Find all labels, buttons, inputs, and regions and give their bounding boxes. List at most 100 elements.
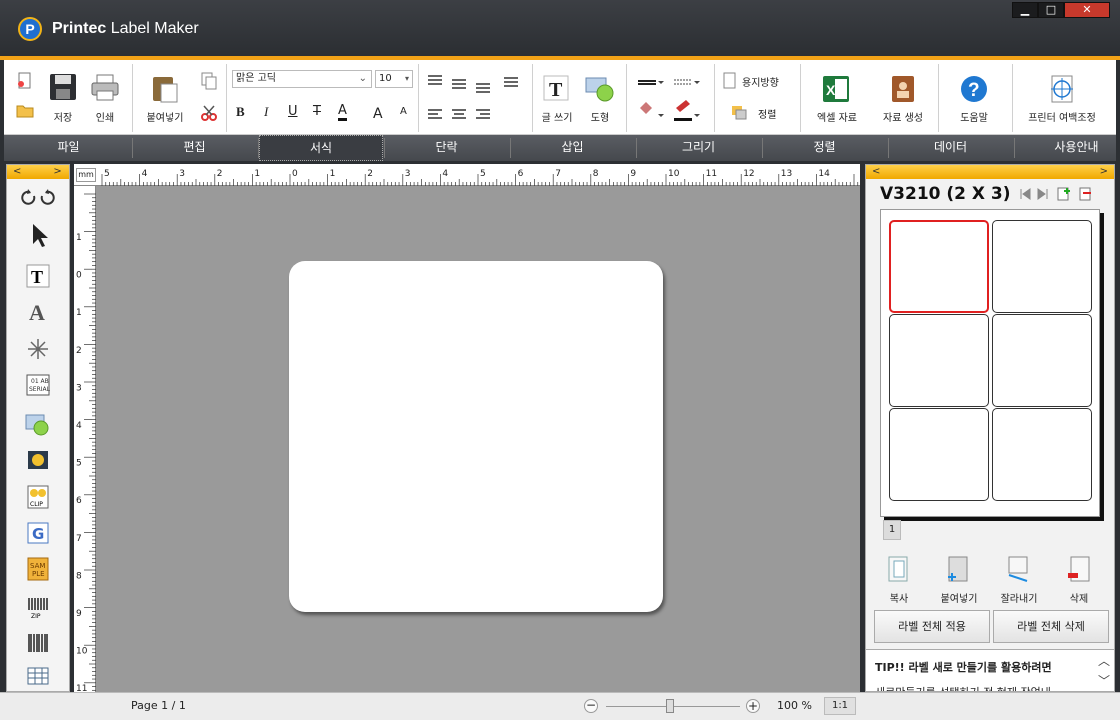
tab-3[interactable]: 단락 [384,135,509,161]
font-color-button[interactable]: A [338,104,347,121]
tab-4[interactable]: 삽입 [510,135,635,161]
ruler-label: 4 [142,169,148,179]
tool-palette-nav[interactable]: < > [7,165,69,179]
tab-7[interactable]: 데이터 [888,135,1013,161]
label-cell[interactable] [992,220,1092,313]
label-cell[interactable] [889,408,989,501]
paste-button[interactable]: 붙여넣기 [140,72,190,124]
chevron-down-icon[interactable]: ﹀ [1098,672,1110,689]
tab-1[interactable]: 편집 [132,135,257,161]
cut-icon[interactable] [200,104,218,122]
close-button[interactable]: ✕ [1064,2,1110,18]
delete-all-labels-button[interactable]: 라벨 전체 삭제 [993,610,1109,643]
help-button[interactable]: ? 도움말 [948,72,1000,124]
word-art-icon[interactable]: A [23,296,53,326]
chevron-right-icon[interactable]: > [1100,165,1108,179]
shape-tool-icon[interactable] [23,410,53,440]
text-tool-button[interactable]: T 글 쓰기 [536,72,578,124]
ruler-label: 3 [179,169,185,179]
shape-tool-button[interactable]: 도형 [580,72,620,124]
clipart-icon[interactable]: CLIP [23,482,53,512]
italic-button[interactable]: I [264,104,268,120]
chevron-right-icon[interactable]: > [53,166,61,177]
bold-button[interactable]: B [236,104,245,120]
text-tool-label: 글 쓰기 [541,113,573,124]
line-style-group[interactable] [636,74,706,124]
postal-barcode-icon[interactable]: ZIP [23,592,53,622]
tab-0[interactable]: 파일 [6,135,131,161]
orientation-label[interactable]: 용지방향 [742,74,779,89]
cut-label-button[interactable]: 잘라내기 [992,555,1046,605]
excel-data-button[interactable]: X 엑셀 자료 [808,72,866,124]
tab-5[interactable]: 그리기 [636,135,761,161]
data-generate-button[interactable]: 자료 생성 [872,72,934,124]
printer-margin-button[interactable]: 프린터 여백조정 [1018,72,1106,124]
label-cell[interactable] [889,314,989,407]
paste-label-button[interactable]: 붙여넣기 [932,555,986,605]
font-family-value: 맑은 고딕 [236,73,276,84]
grow-font-button[interactable]: A [373,106,383,122]
new-file-icon[interactable] [16,72,34,90]
chevron-left-icon[interactable]: < [872,166,880,177]
align-objects-label[interactable]: 정렬 [758,106,776,121]
label-editor[interactable] [289,261,663,612]
label-cell[interactable] [992,408,1092,501]
serial-number-icon[interactable]: SERIAL01 AB [23,370,53,400]
maximize-button[interactable]: □ [1038,2,1064,18]
shrink-font-button[interactable]: A [400,106,407,117]
sample-icon[interactable]: SAMPLE [23,554,53,584]
tab-8[interactable]: 사용안내 [1014,135,1120,161]
chevron-up-icon[interactable]: ︿ [1098,652,1110,669]
ruler-label: 0 [292,169,298,179]
sheet-page-number[interactable]: 1 [883,520,901,540]
minimize-button[interactable]: ▁ [1012,2,1038,18]
symbol-icon[interactable] [23,334,53,364]
ruler-label: 7 [76,534,82,544]
ruler-label: 9 [630,169,636,179]
svg-text:A: A [29,300,45,325]
open-folder-icon[interactable] [16,102,34,118]
strikethrough-button[interactable]: T [313,104,321,119]
ruler-label: 5 [104,169,110,179]
svg-text:ZIP: ZIP [31,613,41,620]
sheet-panel-nav[interactable]: < > [866,165,1114,179]
label-cell[interactable] [992,314,1092,407]
image-icon[interactable] [23,446,53,476]
copy-icon[interactable] [200,72,218,90]
label-cell[interactable] [889,220,989,313]
text-box-icon[interactable]: T [23,262,53,292]
apply-all-labels-button[interactable]: 라벨 전체 적용 [874,610,990,643]
ruler-label: 14 [818,169,830,179]
svg-text:SAM: SAM [30,562,45,570]
google-image-icon[interactable]: G [23,518,53,548]
printer-margin-label: 프린터 여백조정 [1028,113,1096,124]
table-icon[interactable] [23,664,53,694]
address-book-icon [892,76,914,102]
dropdown-arrow-icon: ▾ [404,74,409,83]
sheet-nav-group[interactable] [1018,187,1100,201]
print-button[interactable]: 인쇄 [86,72,124,124]
zoom-out-button[interactable]: − [584,699,598,713]
orientation-icon[interactable] [722,72,738,90]
chevron-left-icon[interactable]: < [13,166,21,177]
underline-button[interactable]: U [288,104,298,119]
actual-size-button[interactable]: 1:1 [824,697,856,715]
ruler-label: 12 [743,169,754,179]
font-family-select[interactable]: 맑은 고딕 ⌄ [232,70,372,88]
align-objects-icon[interactable] [730,104,754,122]
zoom-slider-thumb[interactable] [666,699,675,713]
delete-label-button[interactable]: 삭제 [1054,555,1104,605]
tab-6[interactable]: 정렬 [762,135,887,161]
paragraph-align-group[interactable] [424,72,524,122]
tab-divider [384,138,385,158]
pointer-icon[interactable] [23,220,53,250]
undo-redo-group[interactable] [18,188,58,208]
zoom-in-button[interactable]: + [746,699,760,713]
copy-label-button[interactable]: 복사 [874,555,924,605]
save-button[interactable]: 저장 [44,72,82,124]
sheet-title: V3210 (2 X 3) [880,184,1011,204]
ruler-label: 1 [254,169,260,179]
barcode-icon[interactable] [23,628,53,658]
tab-2[interactable]: 서식 [259,135,383,161]
font-size-select[interactable]: 10 ▾ [375,70,413,88]
